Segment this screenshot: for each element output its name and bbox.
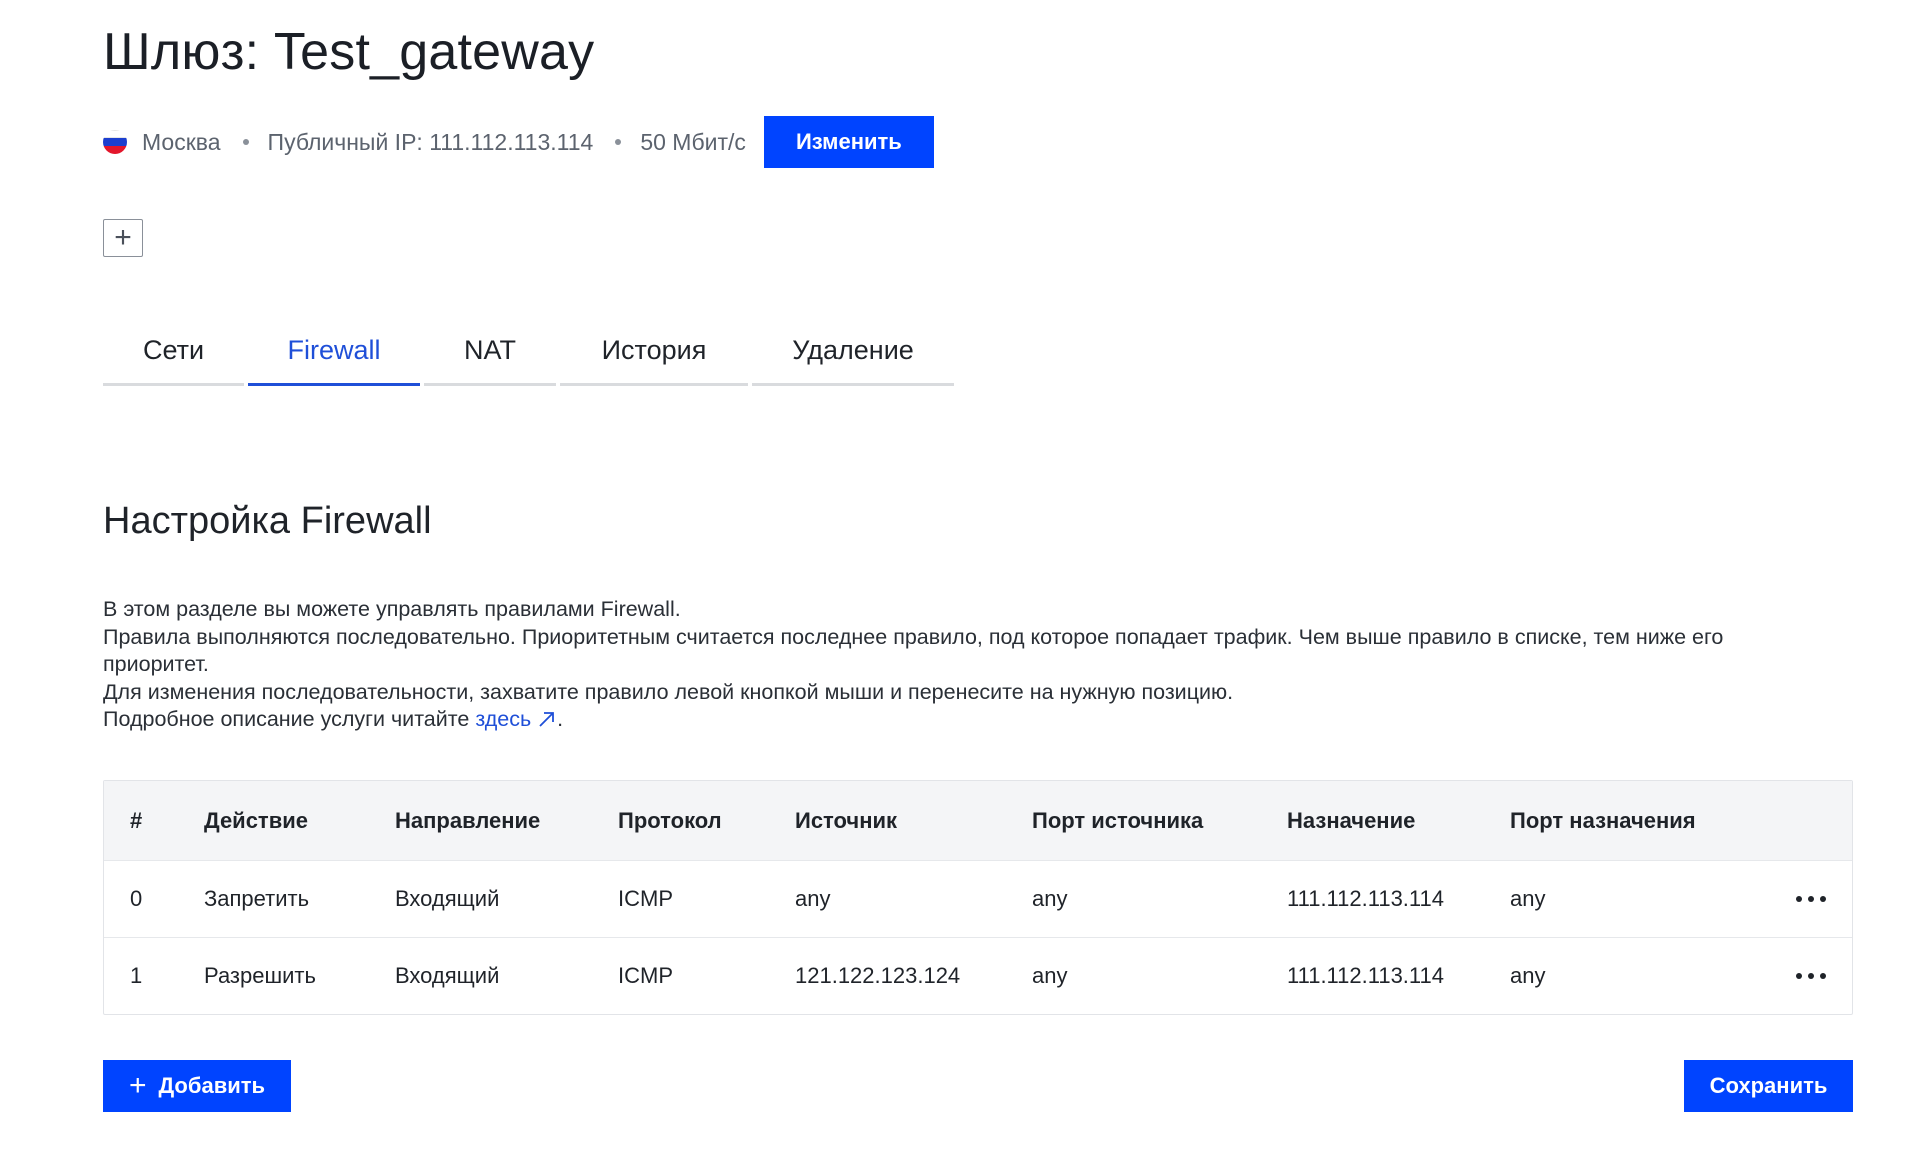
table-header-row: # Действие Направление Протокол Источник…: [104, 781, 1852, 860]
tab-firewall[interactable]: Firewall: [248, 318, 420, 386]
more-options-icon[interactable]: [1796, 966, 1826, 986]
rule-destination: 111.112.113.114: [1287, 963, 1444, 988]
rule-destination-port: any: [1510, 963, 1546, 988]
gateway-meta: Москва Публичный IP: 111.112.113.114 50 …: [103, 116, 934, 168]
column-header-destination-port: Порт назначения: [1510, 807, 1696, 833]
page-title: Шлюз: Test_gateway: [103, 23, 595, 81]
rule-destination: 111.112.113.114: [1287, 886, 1444, 911]
rule-action: Разрешить: [204, 963, 316, 988]
firewall-rules-table: # Действие Направление Протокол Источник…: [103, 780, 1853, 1015]
russia-flag-icon: [103, 130, 127, 154]
rule-source-port: any: [1032, 963, 1068, 988]
details-link-label: здесь: [475, 707, 532, 731]
expand-plus-button[interactable]: +: [103, 219, 143, 257]
description-line: Подробное описание услуги читайте здесь.: [103, 706, 1823, 734]
description-line: Правила выполняются последовательно. При…: [103, 624, 1724, 677]
description-text: .: [557, 707, 564, 731]
column-header-action: Действие: [204, 807, 308, 833]
location-text: Москва: [142, 128, 221, 155]
tab-deletion[interactable]: Удаление: [752, 318, 954, 386]
column-header-destination: Назначение: [1287, 807, 1416, 833]
column-header-source: Источник: [795, 807, 898, 833]
tab-bar: Сети Firewall NAT История Удаление: [103, 318, 958, 386]
tab-history[interactable]: История: [560, 318, 748, 386]
bandwidth-text: 50 Мбит/с: [640, 128, 746, 155]
rule-source: any: [795, 886, 831, 911]
save-button[interactable]: Сохранить: [1684, 1060, 1853, 1112]
rule-destination-port: any: [1510, 886, 1546, 911]
rule-number: 0: [130, 886, 143, 911]
description-line: В этом разделе вы можете управлять прави…: [103, 597, 681, 621]
plus-icon: +: [114, 221, 132, 254]
separator-dot: [242, 139, 249, 145]
details-link[interactable]: здесь: [475, 707, 557, 731]
rule-direction: Входящий: [395, 886, 500, 911]
table-row[interactable]: 0 Запретить Входящий ICMP any any 111.11…: [104, 860, 1852, 937]
table-row[interactable]: 1 Разрешить Входящий ICMP 121.122.123.12…: [104, 937, 1852, 1014]
tab-nat[interactable]: NAT: [424, 318, 556, 386]
rule-protocol: ICMP: [618, 963, 673, 988]
column-header-protocol: Протокол: [618, 807, 722, 833]
column-header-number: #: [130, 807, 143, 833]
description-text: Подробное описание услуги читайте: [103, 707, 476, 731]
column-header-source-port: Порт источника: [1032, 807, 1204, 833]
column-header-direction: Направление: [395, 807, 541, 833]
rule-direction: Входящий: [395, 963, 500, 988]
edit-button[interactable]: Изменить: [763, 116, 934, 168]
rule-number: 1: [130, 963, 143, 988]
external-link-icon: [539, 712, 555, 727]
tab-networks[interactable]: Сети: [103, 318, 244, 386]
description-line: Для изменения последовательности, захват…: [103, 679, 1234, 704]
section-description: В этом разделе вы можете управлять прави…: [103, 596, 1823, 734]
add-rule-label: Добавить: [158, 1073, 266, 1098]
rule-source: 121.122.123.124: [795, 963, 961, 988]
section-title: Настройка Firewall: [103, 500, 432, 542]
plus-icon: +: [128, 1069, 147, 1102]
more-options-icon[interactable]: [1796, 889, 1826, 909]
rule-source-port: any: [1032, 886, 1068, 911]
public-ip-text: Публичный IP: 111.112.113.114: [267, 128, 594, 155]
rule-protocol: ICMP: [618, 886, 673, 911]
separator-dot: [615, 139, 622, 145]
add-rule-button[interactable]: + Добавить: [103, 1060, 291, 1112]
rule-action: Запретить: [204, 886, 310, 911]
